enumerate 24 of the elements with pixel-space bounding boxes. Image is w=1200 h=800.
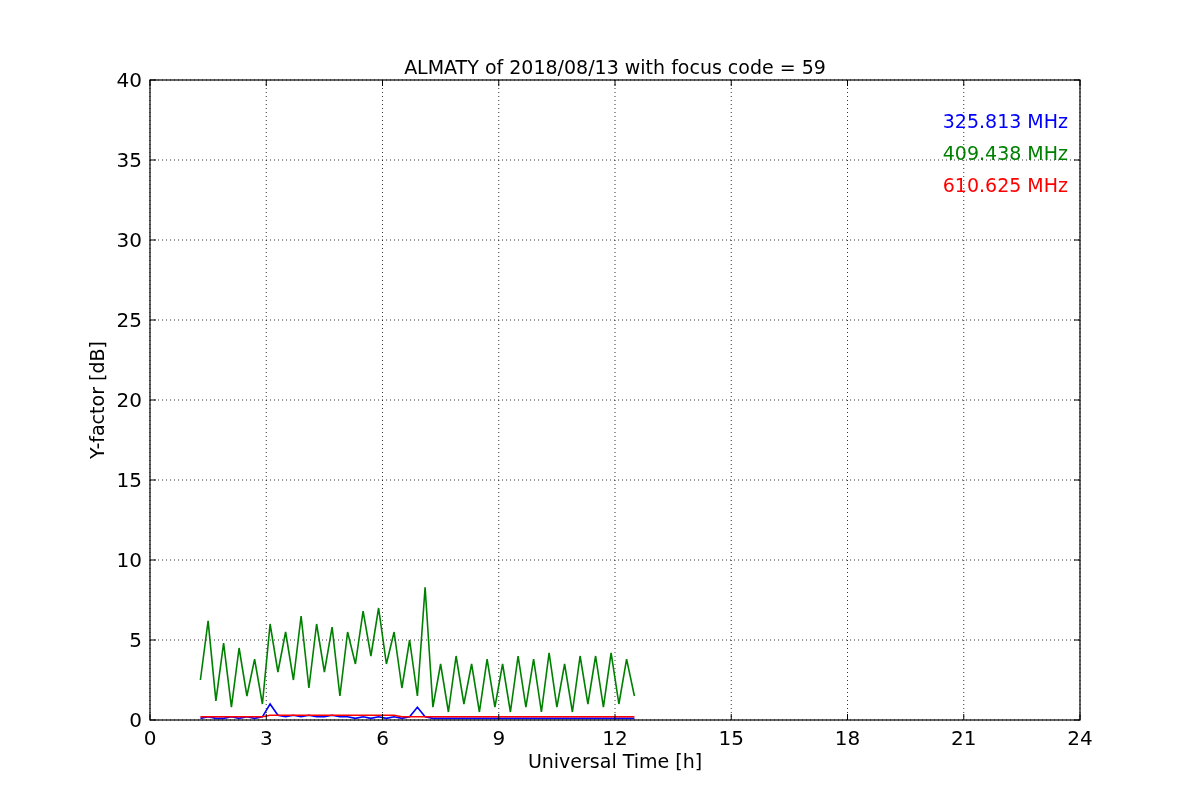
- y-tick-label: 10: [116, 548, 142, 572]
- x-tick-label: 12: [602, 726, 628, 750]
- y-tick-label: 25: [116, 308, 142, 332]
- x-tick-label: 6: [376, 726, 389, 750]
- y-tick-label: 30: [116, 228, 142, 252]
- x-tick-label: 3: [259, 726, 273, 750]
- x-tick-label: 18: [834, 726, 861, 750]
- x-tick-label: 9: [492, 726, 506, 750]
- y-tick-label: 20: [116, 388, 142, 412]
- legend-entry: 409.438 MHz: [942, 142, 1068, 164]
- x-tick-label: 24: [1067, 726, 1093, 750]
- chart-title: ALMATY of 2018/08/13 with focus code = 59: [404, 56, 826, 78]
- x-tick-label: 15: [718, 726, 744, 750]
- legend-entry: 325.813 MHz: [942, 110, 1068, 132]
- y-axis-label: Y-factor [dB]: [86, 341, 108, 459]
- x-tick-label: 21: [951, 726, 977, 750]
- y-tick-label: 0: [129, 708, 142, 732]
- y-tick-label: 35: [116, 148, 142, 172]
- x-tick-label: 0: [143, 726, 157, 750]
- y-tick-label: 5: [129, 628, 142, 652]
- y-tick-label: 40: [116, 68, 142, 92]
- legend-entry: 610.625 MHz: [942, 174, 1068, 196]
- y-tick-label: 15: [116, 468, 142, 492]
- x-axis-label: Universal Time [h]: [527, 750, 703, 772]
